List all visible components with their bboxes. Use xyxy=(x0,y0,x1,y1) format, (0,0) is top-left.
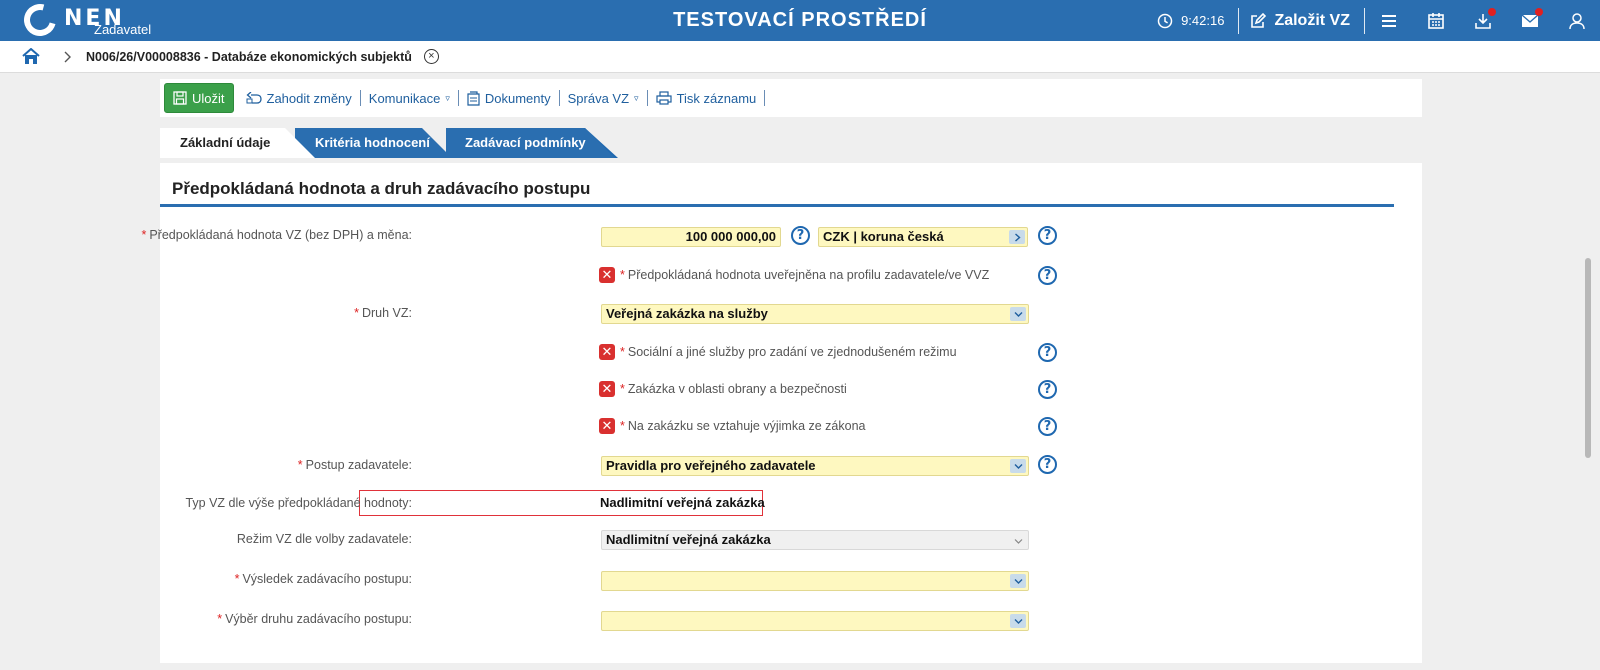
help-icon[interactable]: ? xyxy=(1038,380,1057,399)
defence-label: * Zakázka v oblasti obrany a bezpečnosti xyxy=(620,382,847,396)
regime-select[interactable]: Nadlimitní veřejná zakázka xyxy=(601,530,1029,550)
contract-type-label: * Druh VZ: xyxy=(354,306,412,320)
help-icon[interactable]: ? xyxy=(1038,266,1057,285)
exemption-label: * Na zakázku se vztahuje výjimka ze zákon… xyxy=(620,419,866,433)
scrollbar-thumb[interactable] xyxy=(1585,258,1591,458)
admin-label: Správa VZ xyxy=(567,90,630,106)
vz-type-value: Nadlimitní veřejná zakázka xyxy=(600,495,765,510)
help-icon[interactable]: ? xyxy=(791,226,810,245)
communication-label: Komunikace xyxy=(368,90,441,106)
create-vz-label: Založit VZ xyxy=(1274,11,1350,29)
chevron-down-icon[interactable] xyxy=(1014,532,1023,550)
mail-icon xyxy=(1521,13,1538,27)
top-bar: NEN Zadavatel TESTOVACÍ PROSTŘEDÍ 9:42:1… xyxy=(0,0,1600,42)
clock-time: 9:42:16 xyxy=(1181,13,1225,28)
document-icon xyxy=(467,90,480,106)
estimated-value-label: * Předpokládaná hodnota VZ (bez DPH) a mě… xyxy=(141,228,412,242)
contract-type-value: Veřejná zakázka na služby xyxy=(606,306,768,321)
save-label: Uložit xyxy=(192,90,225,106)
tab-basic-data[interactable]: Základní údaje xyxy=(160,128,310,158)
published-label: * Předpokládaná hodnota uveřejněna na pro… xyxy=(620,268,990,282)
currency-select[interactable]: CZK | koruna česká xyxy=(818,227,1028,247)
chevron-down-icon[interactable] xyxy=(1010,307,1026,321)
logo-subtitle: Zadavatel xyxy=(94,22,152,37)
breadcrumb-current[interactable]: N006/26/V00008836 - Databáze ekonomickýc… xyxy=(86,50,412,64)
user-button[interactable] xyxy=(1553,0,1600,41)
documents-button[interactable]: Dokumenty xyxy=(459,90,560,106)
contract-type-select[interactable]: Veřejná zakázka na služby xyxy=(601,304,1029,324)
procedure-select[interactable]: Pravidla pro veřejného zadavatele xyxy=(601,456,1029,476)
header-divider xyxy=(1238,7,1240,34)
discard-changes-button[interactable]: Zahodit změny xyxy=(238,90,361,106)
menu-button[interactable] xyxy=(1365,0,1412,41)
undo-icon xyxy=(246,92,262,104)
save-button[interactable]: Uložit xyxy=(164,83,234,113)
chevron-down-icon: ▿ xyxy=(634,92,639,103)
home-icon xyxy=(22,48,40,64)
chevron-down-icon[interactable] xyxy=(1010,614,1026,628)
home-button[interactable] xyxy=(22,48,40,65)
calendar-button[interactable] xyxy=(1412,0,1459,41)
chevron-right-icon xyxy=(64,51,72,63)
user-icon xyxy=(1568,12,1585,29)
help-icon[interactable]: ? xyxy=(1038,226,1057,245)
breadcrumb: N006/26/V00008836 - Databáze ekonomickýc… xyxy=(0,41,1600,73)
chevron-right-icon[interactable] xyxy=(1009,230,1025,244)
downloads-button[interactable] xyxy=(1459,0,1506,41)
help-icon[interactable]: ? xyxy=(1038,455,1057,474)
help-icon[interactable]: ? xyxy=(1038,343,1057,362)
procedure-value: Pravidla pro veřejného zadavatele xyxy=(606,458,816,473)
print-record-button[interactable]: Tisk záznamu xyxy=(648,90,766,106)
messages-button[interactable] xyxy=(1506,0,1553,41)
social-services-label: * Sociální a jiné služby pro zadání ve zj… xyxy=(620,345,957,359)
admin-menu[interactable]: Správa VZ ▿ xyxy=(560,90,648,106)
section-title: Předpokládaná hodnota a druh zadávacího … xyxy=(172,179,591,198)
calendar-icon xyxy=(1427,12,1444,29)
procedure-choice-select[interactable] xyxy=(601,611,1029,631)
tab-tender-conditions[interactable]: Zadávací podmínky xyxy=(465,128,586,158)
session-clock: 9:42:16 xyxy=(1157,13,1224,29)
procedure-choice-label: * Výběr druhu zadávacího postupu: xyxy=(217,612,412,626)
chevron-down-icon[interactable] xyxy=(1010,574,1026,588)
result-select[interactable] xyxy=(601,571,1029,591)
print-label: Tisk záznamu xyxy=(676,90,757,106)
checkbox-x-icon[interactable]: ✕ xyxy=(599,267,615,283)
documents-label: Dokumenty xyxy=(484,90,551,106)
logo-ring-icon xyxy=(18,0,62,42)
procedure-label: * Postup zadavatele: xyxy=(297,458,412,472)
notification-dot xyxy=(1535,8,1543,16)
help-icon[interactable]: ? xyxy=(1038,417,1057,436)
tab-strip: Základní údaje Kritéria hodnocení Zadáva… xyxy=(160,128,640,158)
chevron-down-icon: ▿ xyxy=(445,92,450,103)
clock-icon xyxy=(1157,13,1173,28)
notification-dot xyxy=(1488,8,1496,16)
vz-type-label: Typ VZ dle výše předpokládané hodnoty: xyxy=(185,496,412,510)
main-panel: Předpokládaná hodnota a druh zadávacího … xyxy=(141,163,1422,663)
currency-value: CZK | koruna česká xyxy=(823,229,944,244)
menu-icon xyxy=(1381,14,1396,27)
discard-label: Zahodit změny xyxy=(266,90,352,106)
tab-evaluation-criteria[interactable]: Kritéria hodnocení xyxy=(315,128,430,158)
communication-menu[interactable]: Komunikace ▿ xyxy=(361,90,459,106)
section-divider xyxy=(160,204,1394,207)
checkbox-x-icon[interactable]: ✕ xyxy=(599,344,615,360)
save-icon xyxy=(173,91,187,105)
create-vz-button[interactable]: Založit VZ xyxy=(1239,12,1364,30)
regime-label: Režim VZ dle volby zadavatele: xyxy=(236,532,412,546)
chevron-down-icon[interactable] xyxy=(1010,459,1026,473)
result-label: * Výsledek zadávacího postupu: xyxy=(234,572,412,586)
regime-value: Nadlimitní veřejná zakázka xyxy=(606,532,771,547)
checkbox-x-icon[interactable]: ✕ xyxy=(599,418,615,434)
print-icon xyxy=(655,91,672,105)
close-icon[interactable]: × xyxy=(423,49,439,64)
checkbox-x-icon[interactable]: ✕ xyxy=(599,381,615,397)
action-toolbar: Uložit Zahodit změny Komunikace ▿ Dokume… xyxy=(160,79,1422,117)
edit-icon xyxy=(1251,12,1267,28)
estimated-value-input[interactable]: 100 000 000,00 xyxy=(601,227,781,247)
